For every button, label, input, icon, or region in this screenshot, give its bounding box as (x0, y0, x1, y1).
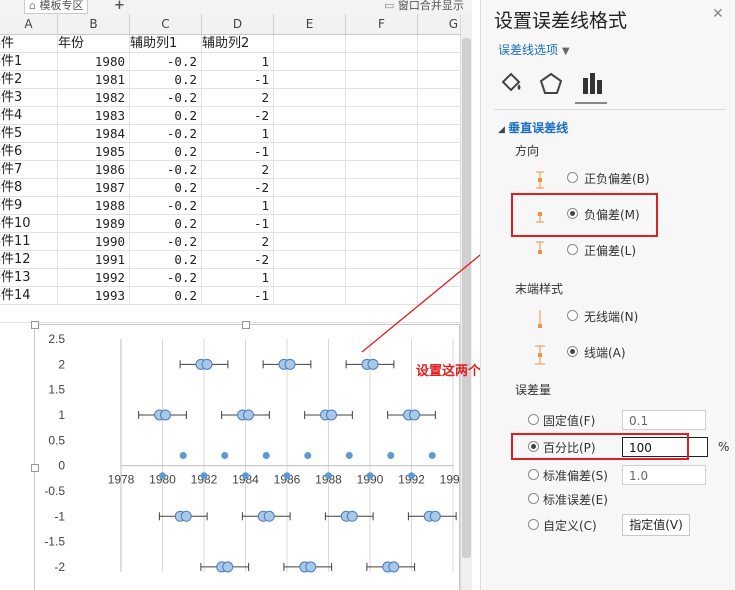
section-label: 垂直误差线 (508, 121, 569, 135)
option-fixed-label[interactable]: 固定值(F) (543, 412, 595, 429)
end-style-label: 末端样式 (515, 282, 564, 296)
divider (494, 109, 726, 110)
specify-value-button[interactable]: 指定值(V) (622, 514, 690, 536)
plus-minus-errorbar-icon (536, 171, 544, 189)
option-stddev-label[interactable]: 标准偏差(S) (543, 467, 608, 484)
radio-stderr[interactable] (528, 493, 539, 504)
close-icon[interactable]: ✕ (712, 6, 728, 22)
radio-custom[interactable] (528, 519, 539, 530)
option-custom-label[interactable]: 自定义(C) (543, 517, 597, 534)
highlight-box (511, 433, 689, 460)
radio-stddev[interactable] (528, 469, 539, 480)
radio-no-cap[interactable] (567, 310, 578, 321)
cap-icon (535, 345, 545, 365)
direction-label: 方向 (515, 144, 540, 158)
radio-cap[interactable] (567, 346, 578, 357)
option-stderr-label[interactable]: 标准误差(E) (543, 491, 608, 508)
pane-title: 设置误差线格式 (494, 10, 628, 32)
option-both-label[interactable]: 正负偏差(B) (584, 170, 650, 187)
percent-unit: % (718, 440, 730, 454)
no-cap-icon (538, 310, 542, 328)
error-amount-label: 误差量 (515, 383, 552, 397)
highlight-box (511, 193, 658, 237)
errorbar-options-dropdown[interactable]: 误差线选项 ▼ (498, 41, 570, 58)
bar-chart-options-icon[interactable] (578, 70, 606, 98)
radio-fixed[interactable] (528, 414, 539, 425)
option-no-cap-label[interactable]: 无线端(N) (584, 308, 638, 325)
radio-both[interactable] (567, 172, 578, 183)
radio-plus[interactable] (567, 244, 578, 255)
dropdown-label: 误差线选项 (498, 43, 559, 57)
section-vertical-errorbar[interactable]: ◢ 垂直误差线 (498, 119, 568, 136)
effects-pentagon-icon[interactable] (537, 70, 565, 98)
fill-line-icon[interactable] (497, 70, 525, 98)
chevron-down-icon: ▼ (561, 46, 570, 57)
triangle-icon: ◢ (498, 125, 509, 135)
option-plus-label[interactable]: 正偏差(L) (584, 242, 636, 259)
plus-errorbar-icon (536, 241, 544, 254)
option-cap-label[interactable]: 线端(A) (584, 344, 626, 361)
fixed-value-input[interactable]: 0.1 (622, 410, 706, 430)
stddev-input[interactable]: 1.0 (622, 465, 706, 485)
